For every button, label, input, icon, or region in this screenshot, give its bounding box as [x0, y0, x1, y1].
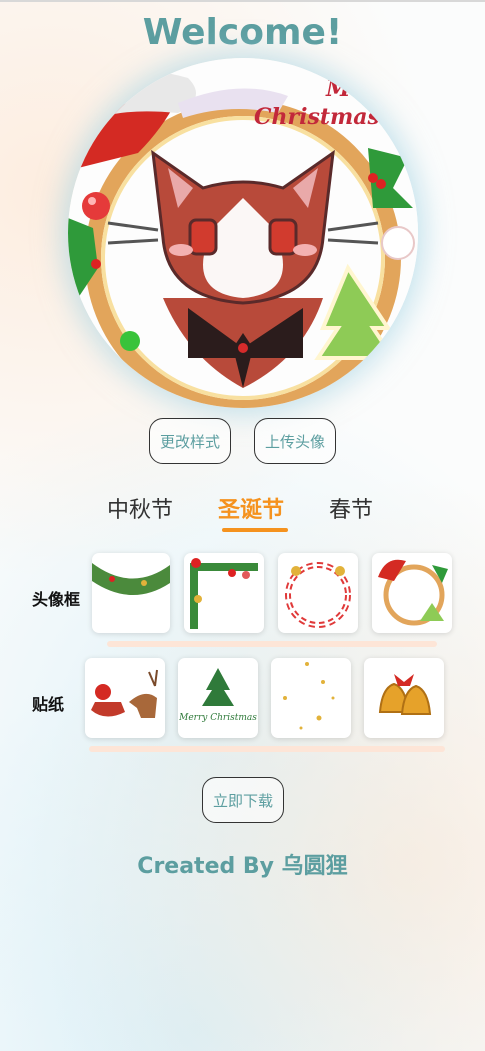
frame-option-corner-ornaments[interactable]	[184, 553, 264, 633]
download-button[interactable]: 立即下载	[202, 777, 284, 823]
corner-ornament-frame-icon	[190, 558, 258, 629]
tab-spring-festival[interactable]: 春节	[329, 492, 373, 524]
sticker-option-jingle-bells[interactable]	[364, 658, 444, 738]
change-style-button[interactable]: 更改样式	[149, 418, 231, 464]
jingle-bells-sticker-icon	[378, 674, 432, 715]
tab-mid-autumn[interactable]: 中秋节	[107, 492, 173, 524]
candy-cane-wreath-frame-icon	[285, 562, 351, 628]
page-title: Welcome!	[142, 12, 343, 53]
santa-sleigh-sticker-icon	[91, 669, 158, 718]
sparkle-dots-sticker-icon	[283, 662, 335, 730]
frame-option-pine-garland[interactable]	[92, 553, 170, 633]
svg-text:Merry Christmas: Merry Christmas	[178, 713, 257, 723]
pine-garland-frame-icon	[92, 563, 170, 596]
stickers-scrollbar[interactable]	[89, 746, 445, 752]
credit-footer: Created By 乌圆狸	[137, 854, 348, 879]
cat-avatar-illustration: Merry Christmas	[68, 58, 418, 408]
sticker-option-sparkle-dots[interactable]	[271, 658, 351, 738]
top-divider	[0, 0, 485, 2]
tab-christmas[interactable]: 圣诞节	[218, 492, 284, 524]
upload-avatar-button[interactable]: 上传头像	[254, 418, 336, 464]
santa-hat-wreath-frame-icon	[378, 559, 448, 626]
svg-text:Merry: Merry	[325, 76, 403, 102]
sticker-option-santa-sleigh[interactable]	[85, 658, 165, 738]
sticker-option-christmas-tree[interactable]: Merry Christmas	[178, 658, 258, 738]
frame-option-candy-cane-wreath[interactable]	[278, 553, 358, 633]
avatar-preview: Merry Christmas	[68, 58, 418, 408]
frames-scrollbar[interactable]	[107, 641, 437, 647]
christmas-tree-sticker-icon: Merry Christmas	[178, 668, 257, 723]
frames-row-label: 头像框	[32, 590, 81, 609]
svg-text:Christmas: Christmas	[254, 104, 380, 130]
active-tab-indicator	[222, 528, 288, 532]
stickers-row-label: 贴纸	[32, 695, 65, 714]
frame-option-santa-hat-wreath[interactable]	[372, 553, 452, 633]
